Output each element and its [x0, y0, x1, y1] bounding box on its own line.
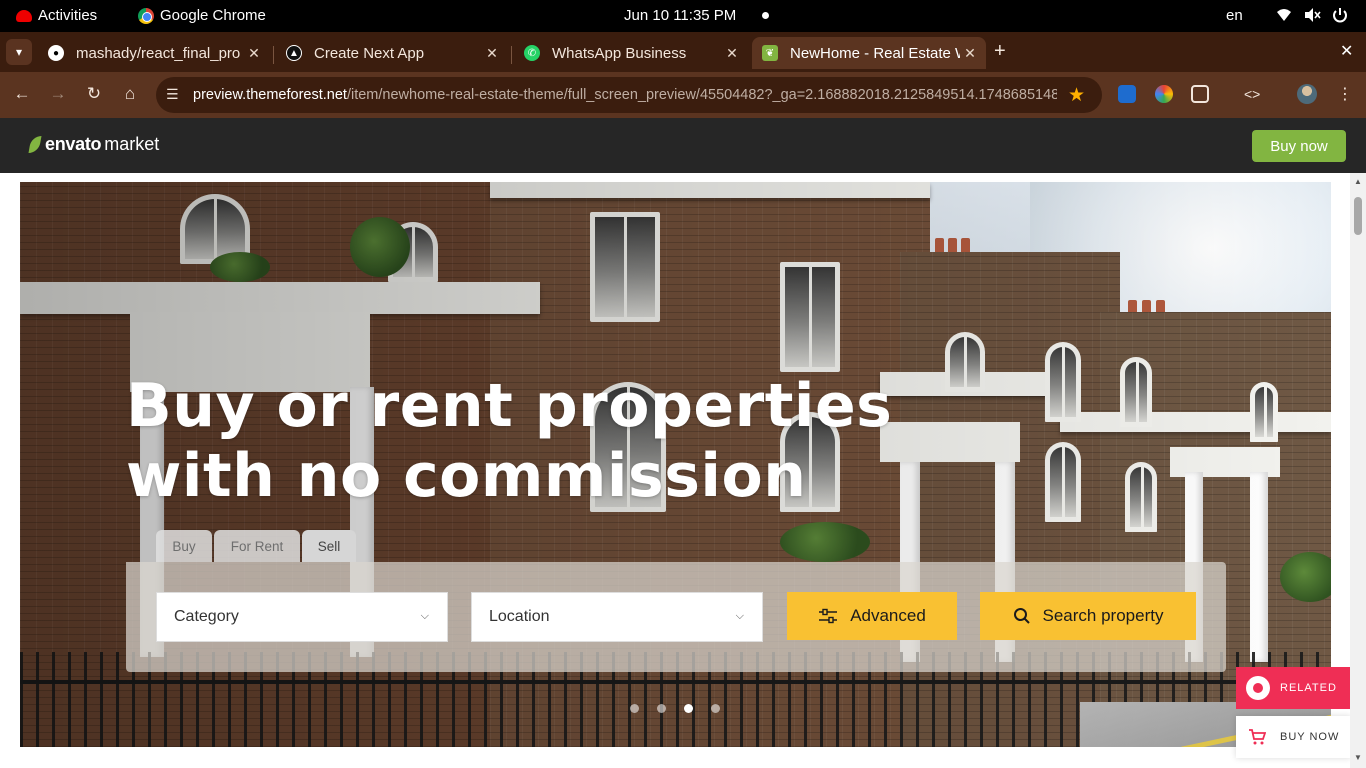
property-search-panel: Category ⌵ Location ⌵ Advanced Search pr… [126, 562, 1226, 672]
arrow-right-icon: → [49, 84, 67, 103]
tab-title: mashady/react_final_pro [76, 44, 241, 62]
tab-separator [511, 46, 512, 64]
slider-dot[interactable] [684, 704, 693, 713]
search-property-label: Search property [1042, 606, 1164, 625]
cart-icon [1249, 729, 1266, 745]
wifi-icon [1277, 9, 1291, 21]
whatsapp-icon: ✆ [524, 45, 540, 61]
close-tab-icon[interactable]: ✕ [244, 45, 264, 62]
advanced-label: Advanced [850, 606, 926, 625]
sliders-icon [819, 608, 838, 624]
home-button[interactable]: ⌂ [118, 84, 142, 104]
tab-separator [273, 46, 274, 64]
envato-leaf-icon [28, 136, 42, 153]
home-icon: ⌂ [124, 84, 136, 103]
related-icon [1246, 676, 1270, 700]
buy-now-label: BUY NOW [1280, 731, 1340, 743]
github-icon: ● [48, 45, 64, 61]
profile-avatar[interactable] [1297, 84, 1317, 104]
category-select-label: Category [174, 608, 239, 625]
scrollbar-thumb[interactable] [1354, 197, 1362, 235]
related-items-button[interactable]: RELATED [1236, 667, 1351, 709]
tab-title: NewHome - Real Estate W [790, 44, 960, 62]
slider-dot[interactable] [711, 704, 720, 713]
language-indicator[interactable]: en [1226, 7, 1243, 24]
advanced-filters-button[interactable]: Advanced [787, 592, 957, 640]
location-select-label: Location [489, 608, 550, 625]
category-select[interactable]: Category ⌵ [156, 592, 448, 642]
floating-buy-now-button[interactable]: BUY NOW [1236, 716, 1351, 758]
plus-icon: + [994, 40, 1006, 62]
headline-line-1: Buy or rent properties [126, 371, 893, 441]
arrow-left-icon: ← [13, 84, 31, 103]
extensions-puzzle-icon[interactable] [1191, 85, 1209, 103]
extension-ft-icon[interactable] [1118, 85, 1136, 103]
tab-github[interactable]: ● mashady/react_final_pro ✕ [38, 37, 270, 69]
address-bar[interactable]: ☰ preview.themeforest.net/item/newhome-r… [156, 77, 1102, 113]
close-icon: ✕ [1340, 43, 1354, 60]
site-info-icon[interactable]: ☰ [166, 86, 179, 103]
back-button[interactable]: ← [10, 84, 34, 104]
hero-headline: Buy or rent properties with no commissio… [126, 371, 892, 511]
app-menu[interactable]: Google Chrome [138, 7, 266, 24]
browser-tab-strip: ▾ ● mashady/react_final_pro ✕ ▲ Create N… [0, 32, 1366, 72]
envato-icon: ❦ [762, 45, 778, 61]
devtools-code-icon[interactable]: <> [1244, 86, 1262, 104]
chevron-down-icon: ⌵ [735, 610, 744, 622]
page-scrollbar[interactable]: ▲ ▼ [1350, 173, 1366, 768]
forward-button[interactable]: → [46, 84, 70, 104]
close-tab-icon[interactable]: ✕ [960, 45, 980, 62]
slider-dot[interactable] [657, 704, 666, 713]
close-tab-icon[interactable]: ✕ [722, 45, 742, 62]
nextjs-icon: ▲ [286, 45, 302, 61]
color-picker-extension-icon[interactable] [1155, 85, 1173, 103]
related-label: RELATED [1280, 682, 1337, 694]
power-icon [1333, 8, 1347, 23]
search-tab-buy[interactable]: Buy [156, 530, 212, 562]
volume-muted-icon [1305, 8, 1321, 22]
bookmark-star-icon[interactable]: ★ [1068, 84, 1085, 107]
theme-preview-page: Buy or rent properties with no commissio… [0, 173, 1366, 768]
search-tab-sell[interactable]: Sell [302, 530, 356, 562]
system-status-area[interactable] [1275, 6, 1349, 24]
chevron-down-icon: ⌵ [420, 610, 429, 622]
tab-title: WhatsApp Business [552, 44, 687, 62]
envato-logo[interactable]: envato market [28, 134, 159, 155]
hero-slider-dots[interactable] [630, 704, 720, 713]
chevron-down-icon: ▾ [15, 45, 23, 59]
location-select[interactable]: Location ⌵ [471, 592, 763, 642]
slider-dot[interactable] [630, 704, 639, 713]
search-property-button[interactable]: Search property [980, 592, 1196, 640]
tab-newhome[interactable]: ❦ NewHome - Real Estate W ✕ [752, 37, 986, 69]
tab-whatsapp-business[interactable]: ✆ WhatsApp Business ✕ [514, 37, 748, 69]
tab-create-next-app[interactable]: ▲ Create Next App ✕ [276, 37, 508, 69]
close-tab-icon[interactable]: ✕ [482, 45, 502, 62]
scroll-down-icon[interactable]: ▼ [1354, 753, 1362, 762]
close-window-button[interactable]: ✕ [1340, 41, 1353, 61]
app-name: Google Chrome [160, 7, 266, 24]
system-top-bar: Activities Google Chrome Jun 10 11:35 PM… [0, 0, 1366, 32]
chrome-logo-icon [138, 7, 154, 24]
tab-search-button[interactable]: ▾ [6, 39, 32, 65]
redhat-logo-icon [16, 9, 32, 22]
more-menu-icon[interactable]: ⋮ [1337, 84, 1355, 103]
activities-button[interactable]: Activities [16, 7, 97, 24]
reload-icon: ↻ [86, 84, 102, 103]
envato-market-bar: envato market Buy now [0, 118, 1366, 173]
clock[interactable]: Jun 10 11:35 PM [624, 7, 736, 24]
search-tab-for-rent[interactable]: For Rent [214, 530, 300, 562]
reload-button[interactable]: ↻ [82, 84, 106, 104]
tab-title: Create Next App [314, 44, 425, 62]
scroll-up-icon[interactable]: ▲ [1354, 177, 1362, 186]
url-text[interactable]: preview.themeforest.net/item/newhome-rea… [193, 87, 1057, 103]
headline-line-2: with no commission [126, 441, 807, 511]
search-icon [1013, 608, 1030, 624]
notification-dot-icon [762, 12, 769, 19]
buy-now-button[interactable]: Buy now [1252, 130, 1346, 162]
new-tab-button[interactable]: + [994, 40, 1006, 63]
activities-label: Activities [38, 7, 98, 24]
